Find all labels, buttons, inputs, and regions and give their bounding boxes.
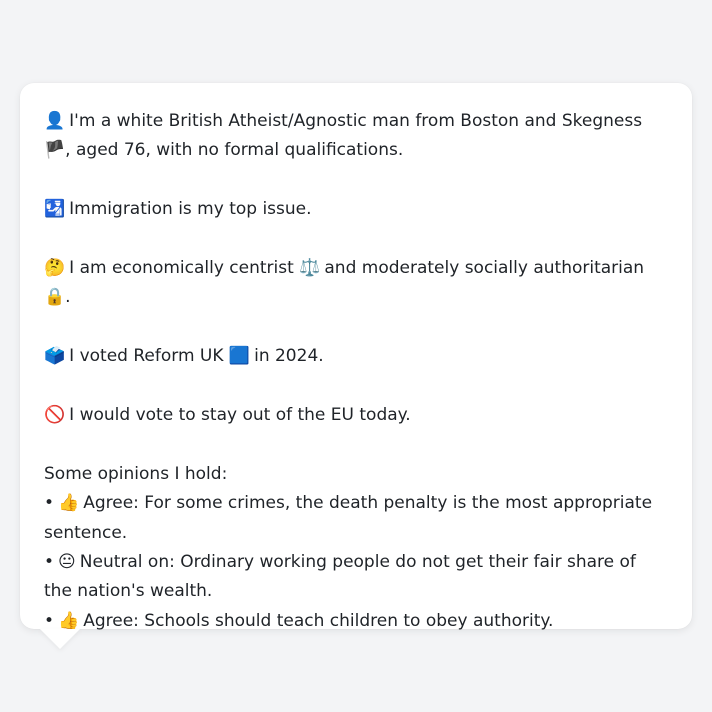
stance-line: 🤔 I am economically centrist ⚖️ and modera… xyxy=(44,254,668,313)
prohibited-icon: 🚫 xyxy=(44,405,66,425)
opinions-heading: Some opinions I hold: xyxy=(44,463,228,484)
intro-text: I'm a white British Atheist/Agnostic man… xyxy=(69,111,643,131)
message-bubble: 👤 I'm a white British Atheist/Agnostic ma… xyxy=(20,83,692,631)
eu-text: I would vote to stay out of the EU today… xyxy=(69,405,411,425)
message-content: 👤 I'm a white British Atheist/Agnostic ma… xyxy=(44,107,668,636)
bullet: • xyxy=(44,493,55,514)
vote-text-a: I voted Reform UK xyxy=(69,346,224,367)
ballot-box-icon: 🗳️ xyxy=(44,346,66,367)
opinion-text: Neutral on: Ordinary working people do n… xyxy=(44,552,636,602)
opinion-item: • 👍 Agree: Schools should teach children t… xyxy=(44,607,668,636)
bubble-tail xyxy=(40,629,80,649)
thumbs-up-icon: 👍 xyxy=(58,493,80,514)
blue-square-icon: 🟦 xyxy=(228,346,251,367)
bullet: • xyxy=(44,552,55,573)
stance-text-a: I am economically centrist xyxy=(69,258,294,278)
stance-tail: . xyxy=(65,287,71,308)
england-flag-icon: 🏴 xyxy=(44,140,66,161)
opinion-item: • 👍 Agree: For some crimes, the death pena… xyxy=(44,489,668,548)
stance-text-b: and moderately socially authoritarian xyxy=(324,258,645,278)
intro-tail: , aged 76, with no formal qualifications… xyxy=(65,140,404,161)
vote-line: 🗳️ I voted Reform UK 🟦 in 2024. xyxy=(44,342,668,371)
issue-text: Immigration is my top issue. xyxy=(69,199,312,220)
thinking-face-icon: 🤔 xyxy=(44,258,66,278)
issue-line: 🛂 Immigration is my top issue. xyxy=(44,195,668,224)
vote-text-b: in 2024. xyxy=(254,346,324,367)
opinion-text: Agree: For some crimes, the death penalt… xyxy=(44,493,653,543)
neutral-face-icon: 😐 xyxy=(58,552,76,573)
bullet: • xyxy=(44,610,55,631)
person-icon: 👤 xyxy=(44,111,66,131)
scales-icon: ⚖️ xyxy=(299,258,321,278)
opinion-text: Agree: Schools should teach children to … xyxy=(83,610,554,631)
opinion-item: • 😐 Neutral on: Ordinary working people do… xyxy=(44,548,668,607)
eu-line: 🚫 I would vote to stay out of the EU toda… xyxy=(44,401,668,430)
lock-icon: 🔒 xyxy=(44,287,66,308)
passport-control-icon: 🛂 xyxy=(44,199,66,220)
intro-line: 👤 I'm a white British Atheist/Agnostic ma… xyxy=(44,107,668,166)
